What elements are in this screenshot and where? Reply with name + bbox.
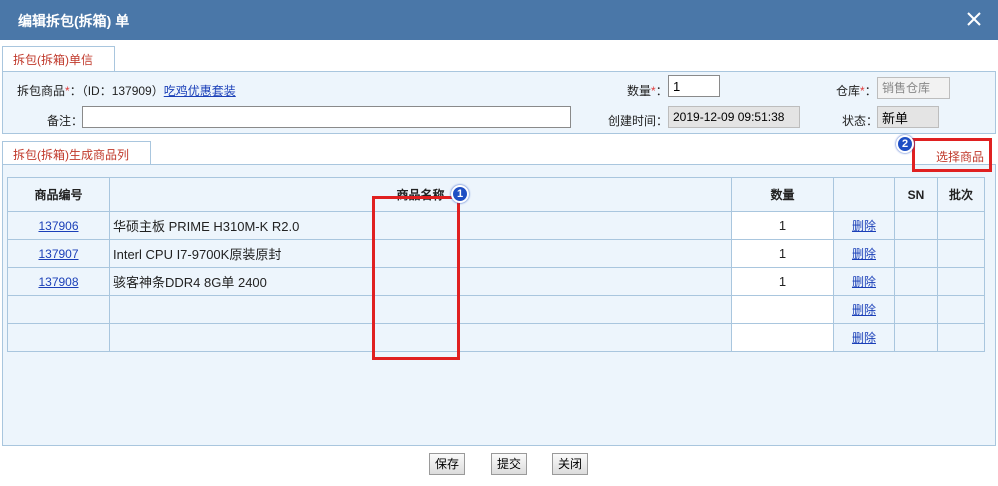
warehouse-select[interactable]: 销售仓库▼ [877,77,950,115]
delete-link[interactable]: 删除 [852,247,876,261]
submit-button[interactable]: 提交 [491,453,527,475]
delete-link[interactable]: 删除 [852,303,876,317]
created-time-field [668,106,800,128]
product-code-link[interactable]: 137906 [38,219,78,233]
sn-cell [894,239,938,268]
action-cell: 删除 [833,211,895,240]
close-icon[interactable] [964,9,984,29]
info-panel: 拆包商品*：（ID：137909）吃鸡优惠套装 数量*： 仓库*： 销售仓库▼ … [2,71,996,134]
header-quantity: 数量 [731,177,834,212]
dialog-titlebar: 编辑拆包(拆箱) 单 [0,0,998,40]
quantity-cell[interactable]: 1 [731,211,834,240]
warehouse-value: 销售仓库 [882,81,931,95]
sn-cell [894,211,938,240]
batch-cell [937,267,985,296]
quantity-label-group: 数量*： [627,82,668,99]
header-sn: SN [894,177,938,212]
product-code-cell [7,323,110,352]
sn-cell [894,267,938,296]
annotation-badge: 2 [896,135,914,153]
batch-cell [937,295,985,324]
action-cell: 删除 [833,267,895,296]
delete-link[interactable]: 删除 [852,275,876,289]
annotation-badge: 1 [451,185,469,203]
product-label: 拆包商品 [17,84,66,98]
quantity-input[interactable] [668,75,720,97]
header-code: 商品编号 [7,177,110,212]
batch-cell [937,323,985,352]
batch-cell [937,239,985,268]
annotation-highlight-box [372,196,460,360]
table-row: 137906 华硕主板 PRIME H310M-K R2.0 1 删除 [7,211,985,240]
header-action [833,177,895,212]
action-cell: 删除 [833,295,895,324]
product-code-cell: 137906 [7,211,110,240]
status-field [877,106,939,128]
table-row: 删除 [7,323,985,352]
colon: ： [864,84,877,98]
header-batch: 批次 [937,177,985,212]
delete-link[interactable]: 删除 [852,219,876,233]
action-cell: 删除 [833,239,895,268]
dialog-title: 编辑拆包(拆箱) 单 [18,13,130,29]
annotation-highlight-box [912,138,992,172]
table-header-row: 商品编号 商品名称 数量 SN 批次 [7,177,985,212]
product-code-link[interactable]: 137908 [38,275,78,289]
batch-cell [937,211,985,240]
quantity-cell[interactable]: 1 [731,267,834,296]
product-code-link[interactable]: 137907 [38,247,78,261]
product-table: 商品编号 商品名称 数量 SN 批次 137906 华硕主板 PRIME H31… [7,177,985,352]
remark-input[interactable] [82,106,571,128]
created-time-label: 创建时间： [608,114,669,128]
product-code-cell: 137908 [7,267,110,296]
delete-link[interactable]: 删除 [852,331,876,345]
product-label-group: 拆包商品*：（ID：137909）吃鸡优惠套装 [17,82,236,99]
product-id-text: ：（ID：137909） [69,84,164,98]
status-label: 状态： [842,114,879,128]
table-row: 删除 [7,295,985,324]
product-link[interactable]: 吃鸡优惠套装 [164,84,236,98]
quantity-cell[interactable] [731,323,834,352]
table-row: 137907 Interl CPU I7-9700K原装原封 1 删除 [7,239,985,268]
quantity-label: 数量 [627,84,652,98]
warehouse-label-group: 仓库*： [836,82,877,99]
close-button[interactable]: 关闭 [552,453,588,475]
quantity-cell[interactable]: 1 [731,239,834,268]
warehouse-label: 仓库 [836,84,861,98]
quantity-cell[interactable] [731,295,834,324]
action-cell: 删除 [833,323,895,352]
tab-unpack-info[interactable]: 拆包(拆箱)单信息 [2,46,115,93]
colon: ： [655,84,668,98]
sn-cell [894,323,938,352]
save-button[interactable]: 保存 [429,453,465,475]
product-code-cell [7,295,110,324]
sn-cell [894,295,938,324]
table-row: 137908 骇客神条DDR4 8G单 2400 1 删除 [7,267,985,296]
product-code-cell: 137907 [7,239,110,268]
remark-label: 备注： [47,114,84,128]
